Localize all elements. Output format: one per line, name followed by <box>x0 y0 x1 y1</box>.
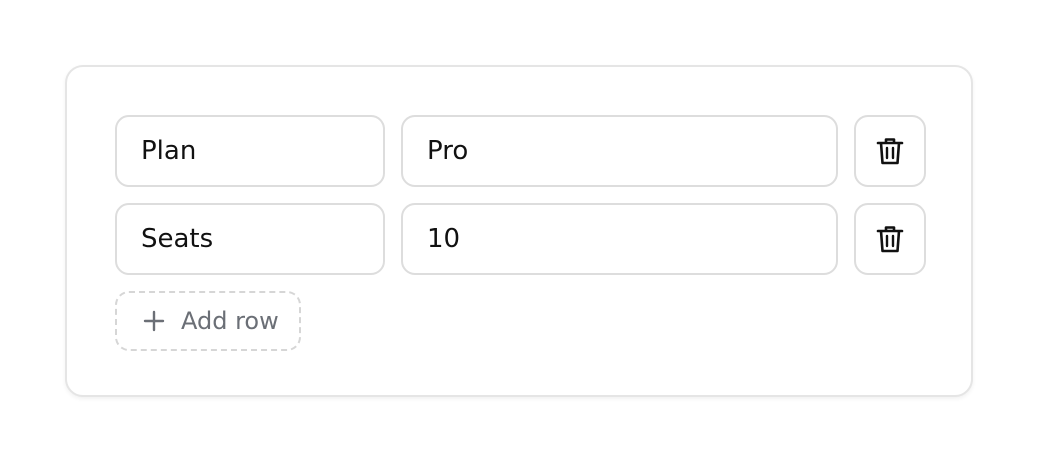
key-input[interactable] <box>115 115 385 187</box>
value-input[interactable] <box>401 115 838 187</box>
add-row-label: Add row <box>181 307 279 335</box>
key-value-row <box>115 203 927 275</box>
trash-icon <box>876 138 904 165</box>
key-value-editor-card: Add row <box>65 65 973 397</box>
delete-row-button[interactable] <box>854 115 926 187</box>
plus-icon <box>143 310 165 332</box>
key-value-row <box>115 115 927 187</box>
value-input[interactable] <box>401 203 838 275</box>
add-row-button[interactable]: Add row <box>115 291 301 351</box>
delete-row-button[interactable] <box>854 203 926 275</box>
trash-icon <box>876 226 904 253</box>
key-input[interactable] <box>115 203 385 275</box>
